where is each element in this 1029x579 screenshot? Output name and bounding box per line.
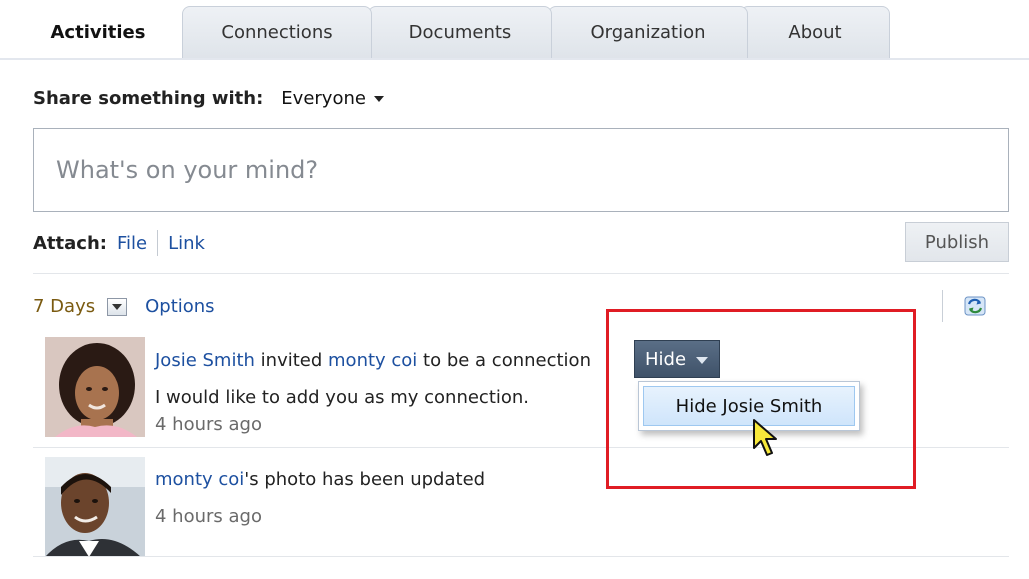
tab-bar: About Organization Documents Connections… [0, 0, 1029, 60]
tab-about[interactable]: About [740, 6, 890, 58]
tab-about-label: About [788, 22, 842, 43]
tab-organization[interactable]: Organization [548, 6, 748, 58]
tab-activities[interactable]: Activities [14, 6, 182, 58]
attach-link-link[interactable]: Link [168, 233, 205, 254]
tab-organization-label: Organization [590, 22, 706, 43]
attach-divider [157, 230, 159, 256]
share-audience-value: Everyone [281, 88, 366, 109]
activity-tail: 's photo has been updated [244, 469, 486, 490]
attach-label: Attach: [33, 232, 107, 254]
activity-2-timestamp: 4 hours ago [155, 506, 262, 527]
tab-activities-label: Activities [50, 22, 146, 43]
status-input[interactable] [56, 156, 986, 184]
days-filter-label: 7 Days [33, 296, 96, 317]
tab-documents[interactable]: Documents [368, 6, 552, 58]
monty-avatar-image [45, 457, 145, 557]
refresh-icon[interactable] [962, 294, 988, 318]
share-label: Share something with: [33, 88, 264, 109]
tab-connections-label: Connections [221, 22, 333, 43]
activity-1-message: I would like to add you as my connection… [155, 387, 530, 408]
attach-row: Attach: File Link [33, 230, 205, 256]
tab-documents-label: Documents [408, 22, 512, 43]
filter-row: 7 Days Options [33, 296, 215, 317]
attach-file-link[interactable]: File [117, 233, 147, 254]
avatar-monty-coi[interactable] [45, 457, 145, 557]
status-box[interactable] [33, 128, 1009, 212]
avatar-josie-smith[interactable] [45, 337, 145, 437]
tab-baseline [0, 58, 1029, 60]
activity-tail: to be a connection [417, 350, 591, 371]
josie-avatar-image [45, 337, 145, 437]
share-row: Share something with: Everyone [33, 88, 384, 109]
publish-button[interactable]: Publish [905, 222, 1009, 262]
days-dropdown-button[interactable] [107, 297, 128, 316]
activity-verb: invited [254, 350, 329, 371]
chevron-down-icon [112, 303, 123, 310]
activity-divider [33, 556, 1009, 557]
actor-link[interactable]: monty coi [155, 469, 244, 490]
tab-connections[interactable]: Connections [182, 6, 372, 58]
composer-divider [33, 273, 1009, 274]
chevron-down-icon [373, 96, 384, 102]
activity-2-headline: monty coi's photo has been updated [155, 469, 485, 490]
target-link[interactable]: monty coi [328, 350, 417, 371]
activity-1-headline: Josie Smith invited monty coi to be a co… [155, 350, 591, 371]
toolbar-divider [942, 290, 943, 322]
highlight-box [606, 309, 916, 489]
share-audience-select[interactable]: Everyone [281, 88, 384, 109]
actor-link[interactable]: Josie Smith [155, 350, 255, 371]
options-link[interactable]: Options [145, 296, 214, 317]
activity-1-timestamp: 4 hours ago [155, 414, 262, 435]
